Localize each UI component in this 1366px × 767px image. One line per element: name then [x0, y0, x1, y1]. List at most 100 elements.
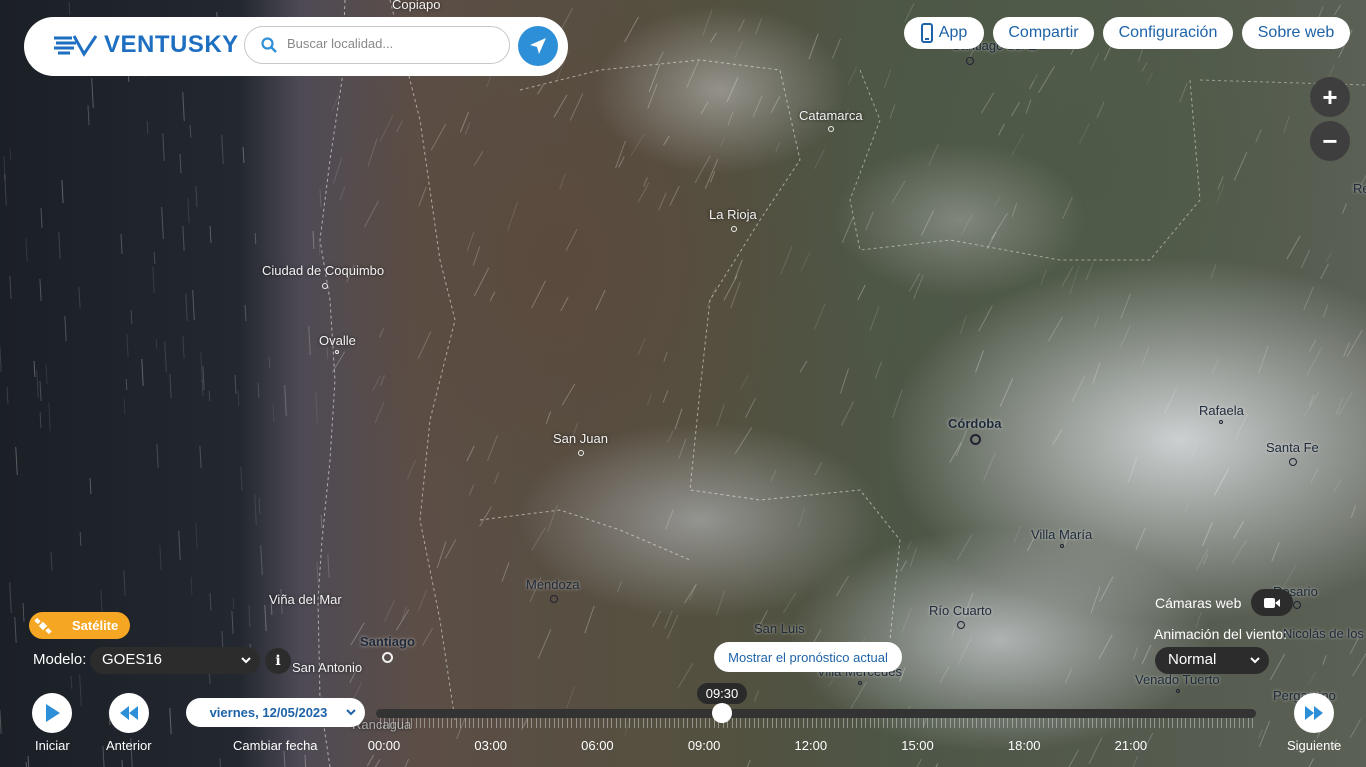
- timeline-tick: [585, 718, 586, 728]
- geolocate-button[interactable]: [518, 26, 558, 66]
- timeline-tick: [932, 718, 933, 728]
- share-link[interactable]: Compartir: [993, 17, 1094, 49]
- timeline-tick: [1043, 718, 1044, 728]
- timeline-tick: [1034, 718, 1035, 728]
- timeline-tick: [500, 718, 501, 728]
- zoom-in-button[interactable]: +: [1310, 77, 1350, 117]
- timeline-tick: [945, 718, 946, 728]
- timeline-hour-label: 09:00: [687, 738, 721, 753]
- ventusky-logo[interactable]: VENTUSKY: [52, 31, 239, 59]
- wind-animation-value: Normal: [1168, 651, 1217, 668]
- timeline-tick: [740, 718, 741, 728]
- timeline-tick: [1168, 718, 1169, 728]
- zoom-out-button[interactable]: −: [1310, 121, 1350, 161]
- timeline-track[interactable]: [376, 709, 1256, 718]
- settings-link[interactable]: Configuración: [1103, 17, 1233, 49]
- timeline-tick: [1092, 718, 1093, 728]
- timeline-tick: [1101, 718, 1102, 728]
- satellite-layer-button[interactable]: Satélite: [29, 612, 130, 639]
- timeline-tick: [892, 718, 893, 728]
- timeline-tick: [1239, 718, 1240, 728]
- timeline-tick: [1119, 718, 1120, 728]
- play-button[interactable]: [32, 693, 72, 733]
- timeline-tick: [914, 718, 915, 728]
- app-link-label: App: [938, 24, 968, 41]
- next-button[interactable]: [1294, 693, 1334, 733]
- city-dot: [828, 126, 834, 132]
- timeline-tick: [424, 718, 425, 728]
- city-dot: [1219, 420, 1223, 424]
- search-box[interactable]: [244, 26, 510, 64]
- app-link[interactable]: App: [904, 17, 984, 49]
- timeline-tick: [923, 718, 924, 728]
- chevron-down-icon: [1250, 657, 1260, 664]
- timeline-tick: [1252, 718, 1253, 728]
- timeline-tick: [794, 718, 795, 728]
- timeline-tick: [674, 718, 675, 728]
- timeline-tick: [749, 718, 750, 728]
- timeline-tick: [887, 718, 888, 728]
- timeline-tick: [469, 718, 470, 728]
- timeline-tick: [954, 718, 955, 728]
- timeline-tick: [1203, 718, 1204, 728]
- webcams-toggle[interactable]: [1251, 589, 1293, 616]
- timeline-tick: [834, 718, 835, 728]
- date-select[interactable]: viernes, 12/05/2023: [186, 698, 365, 727]
- timeline-tick: [522, 718, 523, 728]
- timeline-tick: [518, 718, 519, 728]
- timeline-tick: [505, 718, 506, 728]
- wind-animation-select[interactable]: Normal: [1155, 647, 1269, 674]
- search-input[interactable]: [285, 35, 499, 52]
- timeline-handle[interactable]: [712, 703, 732, 723]
- timeline-tick: [625, 718, 626, 728]
- header-panel: VENTUSKY: [24, 17, 568, 76]
- timeline-hour-label: 18:00: [1007, 738, 1041, 753]
- previous-button[interactable]: [109, 693, 149, 733]
- show-current-forecast-button[interactable]: Mostrar el pronóstico actual: [714, 642, 902, 672]
- video-camera-icon: [1264, 597, 1280, 608]
- timeline-tick: [1007, 718, 1008, 728]
- timeline-tick: [927, 718, 928, 728]
- city-label: San Luis: [754, 621, 805, 636]
- city-dot: [578, 450, 584, 456]
- city-label: Nicolás de los: [1283, 626, 1364, 641]
- timeline-tick: [1212, 718, 1213, 728]
- timeline-tick: [990, 718, 991, 728]
- timeline-tick: [785, 718, 786, 728]
- timeline-tick: [1132, 718, 1133, 728]
- timeline-tick: [460, 718, 461, 728]
- timeline-tick: [433, 718, 434, 728]
- fast-forward-icon: [1305, 706, 1323, 720]
- model-info-button[interactable]: i: [265, 648, 291, 674]
- previous-caption: Anterior: [106, 738, 152, 753]
- city-dot: [382, 652, 393, 663]
- timeline-tick: [981, 718, 982, 728]
- timeline-tick: [692, 718, 693, 728]
- wind-animation-label: Animación del viento:: [1154, 626, 1288, 642]
- timeline-tick: [963, 718, 964, 728]
- timeline-tick: [776, 718, 777, 728]
- timeline-tick: [589, 718, 590, 728]
- timeline-tick: [950, 718, 951, 728]
- timeline-tick: [540, 718, 541, 728]
- current-time: 09:30: [705, 686, 739, 701]
- model-value: GOES16: [102, 651, 163, 668]
- about-link[interactable]: Sobre web: [1242, 17, 1350, 49]
- timeline-tick: [442, 718, 443, 728]
- province-border-3: [479, 509, 691, 561]
- timeline-tick: [1217, 718, 1218, 728]
- timeline-tick: [487, 718, 488, 728]
- timeline-tick: [558, 718, 559, 728]
- timeline-tick: [1088, 718, 1089, 728]
- timeline-tick: [1114, 718, 1115, 728]
- city-label: San Antonio: [292, 660, 363, 675]
- timeline-tick: [1079, 718, 1080, 728]
- timeline-tick: [1177, 718, 1178, 728]
- timeline-tick: [638, 718, 639, 728]
- timeline-tick: [1163, 718, 1164, 728]
- timeline-tick: [1230, 718, 1231, 728]
- model-select[interactable]: GOES16: [90, 647, 260, 674]
- timeline-tick: [829, 718, 830, 728]
- timeline-tick: [870, 718, 871, 728]
- satellite-layer-label: Satélite: [72, 618, 119, 633]
